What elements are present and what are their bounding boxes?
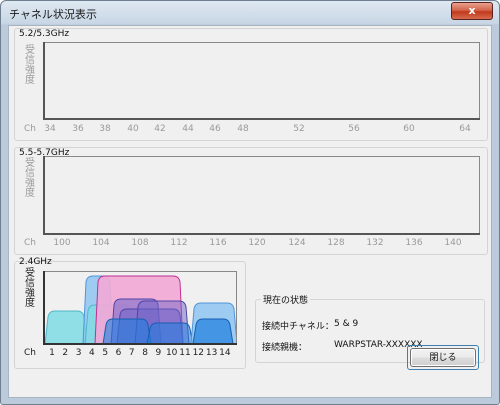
channel-tick: 48 (237, 124, 249, 134)
band-5-5-ticks: 100 104 108 112 116 120 124 128 132 136 140 (9, 238, 493, 250)
channel-tick: 46 (209, 124, 221, 134)
channel-tick: 9 (155, 348, 162, 358)
band-5-2-ylabel: 受信強度 (25, 45, 35, 86)
channel-tick: 14 (219, 348, 231, 358)
channel-tick: 7 (128, 348, 135, 358)
channel-tick: 42 (154, 124, 166, 134)
channel-tick: 34 (44, 124, 56, 134)
band-2-4-signal-layer (44, 275, 237, 345)
channel-tick: 56 (348, 124, 360, 134)
signal-shape (102, 318, 152, 345)
channel-tick: 116 (209, 238, 227, 248)
channel-tick: 112 (170, 238, 188, 248)
plot-border-right (479, 42, 480, 120)
channel-tick: 52 (293, 124, 305, 134)
signal-shape (192, 318, 234, 345)
channel-tick: 128 (327, 238, 345, 248)
channel-tick: 60 (403, 124, 415, 134)
channel-tick: 108 (131, 238, 149, 248)
channel-tick: 8 (142, 348, 148, 358)
channel-tick: 6 (115, 348, 122, 358)
window-close-button[interactable]: x (451, 2, 493, 20)
dialog-client-area: 5.2/5.3GHz 受信強度 Ch 34 36 38 40 42 44 46 48 52 56 6… (8, 25, 492, 398)
band-5-2-ticks: 34 36 38 40 42 44 46 48 52 56 60 64 (9, 124, 493, 136)
band-2-4-ylabel: 受信強度 (25, 268, 35, 309)
y-axis (43, 42, 45, 120)
band-2-4-plot (43, 271, 237, 345)
status-title: 現在の状態 (261, 293, 311, 306)
plot-border-right (479, 156, 480, 235)
window-title: チャネル状況表示 (9, 8, 97, 21)
title-bar: チャネル状況表示 x (1, 1, 499, 25)
channel-tick: 1 (49, 348, 55, 358)
channel-tick: 100 (53, 238, 71, 248)
band-2-4-label: 2.4GHz (19, 257, 52, 267)
channel-status-window: チャネル状況表示 x 5.2/5.3GHz 受信強度 Ch 34 36 38 40 42… (0, 0, 500, 405)
channel-tick: 44 (182, 124, 194, 134)
channel-tick: 64 (459, 124, 471, 134)
channel-tick: 11 (179, 348, 191, 358)
band-5-5-ylabel: 受信強度 (25, 158, 35, 199)
signal-shape (44, 310, 88, 345)
x-axis (43, 233, 480, 235)
channel-tick: 136 (405, 238, 423, 248)
band-5-2-plot (43, 42, 480, 120)
channel-tick: 38 (99, 124, 111, 134)
close-dialog-button[interactable]: 閉じる (410, 348, 476, 367)
channel-label: 接続中チャネル： (262, 322, 334, 332)
plot-border-top (43, 156, 480, 157)
channel-tick: 13 (205, 348, 218, 358)
parent-label: 接続親機： (262, 343, 308, 353)
channel-tick: 40 (127, 124, 139, 134)
channel-tick: 3 (75, 348, 82, 358)
channel-value: 5 & 9 (334, 319, 359, 329)
channel-tick: 104 (92, 238, 110, 248)
channel-tick: 140 (444, 238, 462, 248)
channel-tick: 5 (102, 348, 109, 358)
channel-tick: 10 (165, 348, 178, 358)
channel-tick: 124 (288, 238, 306, 248)
band-2-4-ticks: 1 2 3 4 5 6 7 8 9 10 11 12 13 14 (9, 348, 249, 360)
signal-shape (146, 322, 194, 345)
channel-tick: 120 (248, 238, 266, 248)
channel-tick: 2 (62, 348, 69, 358)
x-axis (43, 118, 480, 120)
channel-tick: 12 (192, 348, 205, 358)
channel-tick: 4 (89, 348, 95, 358)
plot-border-top (43, 42, 480, 43)
band-5-2-label: 5.2/5.3GHz (19, 29, 70, 39)
channel-tick: 36 (72, 124, 84, 134)
channel-tick: 132 (366, 238, 384, 248)
band-5-5-plot (43, 156, 480, 235)
y-axis (43, 156, 45, 235)
